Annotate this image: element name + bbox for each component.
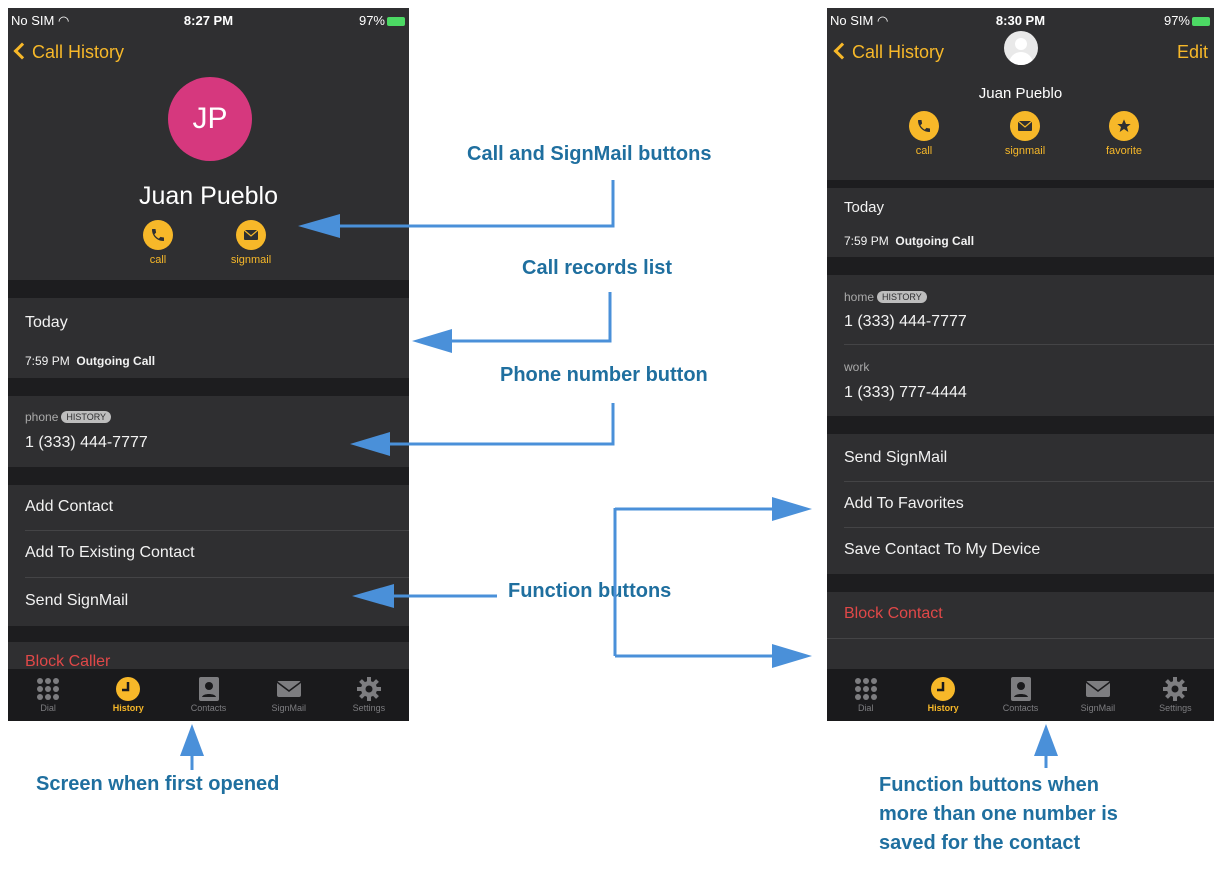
section-divider — [8, 280, 409, 298]
section-divider — [8, 378, 409, 396]
row-divider — [844, 527, 1214, 528]
section-divider — [827, 416, 1214, 434]
envelope-icon — [1017, 120, 1033, 131]
tab-bar: Dial History Contacts SignMail Settings — [8, 669, 409, 721]
section-divider — [8, 626, 409, 642]
back-button[interactable]: Call History — [13, 42, 124, 63]
tab-history[interactable]: History — [88, 669, 168, 721]
callout-function-buttons: Function buttons — [508, 580, 672, 602]
tab-contacts[interactable]: Contacts — [168, 669, 248, 721]
section-divider — [827, 574, 1214, 592]
row-divider — [844, 481, 1214, 482]
contact-name: Juan Pueblo — [138, 182, 278, 210]
phone-screen-multiple-numbers: No SIM ◠ 8:30 PM 97% Call History Edit J… — [827, 8, 1214, 721]
tab-settings[interactable]: Settings — [329, 669, 409, 721]
callout-phone-number-button: Phone number button — [500, 364, 708, 386]
battery-icon — [1192, 17, 1210, 27]
back-button[interactable]: Call History — [833, 42, 944, 63]
section-divider — [827, 257, 1214, 275]
star-icon — [1117, 119, 1131, 132]
block-contact-button[interactable]: Block Contact — [827, 605, 1214, 623]
add-contact-button[interactable]: Add Contact — [8, 498, 409, 516]
row-divider — [827, 638, 1214, 639]
row-divider — [25, 577, 409, 578]
battery-indicator: 97% — [359, 13, 405, 28]
send-signmail-button[interactable]: Send SignMail — [8, 592, 409, 610]
status-time: 8:30 PM — [995, 13, 1046, 28]
history-badge: HISTORY — [61, 411, 112, 423]
history-badge: HISTORY — [877, 291, 927, 303]
keypad-icon — [854, 678, 877, 700]
call-button[interactable]: call — [128, 220, 188, 266]
signmail-button[interactable]: signmail — [221, 220, 281, 266]
send-signmail-button[interactable]: Send SignMail — [827, 449, 1214, 467]
call-record[interactable]: 7:59 PM Outgoing Call — [827, 234, 1214, 248]
clock-icon — [116, 677, 141, 701]
contacts-icon — [198, 677, 219, 701]
work-label: work — [844, 360, 870, 374]
status-time: 8:27 PM — [183, 13, 234, 28]
phone-screen-first-opened: No SIM ◠ 8:27 PM 97% Call History JP Jua… — [8, 8, 409, 721]
gear-icon — [1163, 677, 1188, 701]
contact-name: Juan Pueblo — [978, 85, 1063, 102]
callout-screen-first-opened: Screen when first opened — [36, 773, 280, 795]
phone-number-button[interactable]: 1 (333) 444-7777 — [8, 434, 409, 452]
tab-signmail[interactable]: SignMail — [1059, 669, 1136, 721]
tab-dial[interactable]: Dial — [8, 669, 88, 721]
work-number-button[interactable]: 1 (333) 777-4444 — [827, 384, 1214, 402]
battery-icon — [387, 17, 405, 27]
home-number-button[interactable]: 1 (333) 444-7777 — [827, 313, 1214, 331]
gear-icon — [356, 677, 381, 701]
envelope-icon — [243, 229, 259, 240]
call-record[interactable]: 7:59 PM Outgoing Call — [8, 354, 409, 368]
tab-signmail[interactable]: SignMail — [249, 669, 329, 721]
callout-call-signmail-buttons: Call and SignMail buttons — [467, 143, 712, 165]
call-button[interactable]: call — [894, 111, 954, 157]
edit-button[interactable]: Edit — [1177, 42, 1208, 63]
section-divider — [8, 467, 409, 485]
tab-contacts[interactable]: Contacts — [982, 669, 1059, 721]
add-to-existing-contact-button[interactable]: Add To Existing Contact — [8, 544, 409, 562]
tab-history[interactable]: History — [904, 669, 981, 721]
phone-icon — [918, 120, 930, 132]
avatar: JP — [168, 77, 252, 161]
status-bar: No SIM ◠ 8:30 PM 97% — [827, 8, 1214, 32]
row-divider — [25, 530, 409, 531]
section-divider — [827, 180, 1214, 188]
keypad-icon — [37, 678, 60, 700]
add-to-favorites-button[interactable]: Add To Favorites — [827, 495, 1214, 513]
clock-icon — [931, 677, 956, 701]
phone-label: phone HISTORY — [8, 410, 409, 424]
callout-multi-number-function-buttons: Function buttons when more than one numb… — [879, 774, 1118, 854]
phone-icon — [152, 229, 164, 241]
call-history-section-label: Today — [25, 314, 68, 331]
status-bar: No SIM ◠ 8:27 PM 97% — [8, 8, 409, 32]
tab-bar: Dial History Contacts SignMail Settings — [827, 669, 1214, 721]
envelope-icon — [276, 681, 302, 697]
favorite-button[interactable]: favorite — [1094, 111, 1154, 157]
tab-settings[interactable]: Settings — [1137, 669, 1214, 721]
avatar — [1004, 31, 1038, 65]
chevron-left-icon — [833, 42, 851, 60]
call-history-section-label: Today — [844, 199, 885, 216]
save-contact-to-device-button[interactable]: Save Contact To My Device — [827, 541, 1214, 559]
signmail-button[interactable]: signmail — [995, 111, 1055, 157]
home-label: home HISTORY — [827, 290, 1214, 304]
contacts-icon — [1010, 677, 1031, 701]
callout-call-records-list: Call records list — [522, 257, 673, 279]
battery-indicator: 97% — [1164, 13, 1210, 28]
tab-dial[interactable]: Dial — [827, 669, 904, 721]
envelope-icon — [1085, 681, 1111, 697]
row-divider — [844, 344, 1214, 345]
chevron-left-icon — [13, 42, 31, 60]
